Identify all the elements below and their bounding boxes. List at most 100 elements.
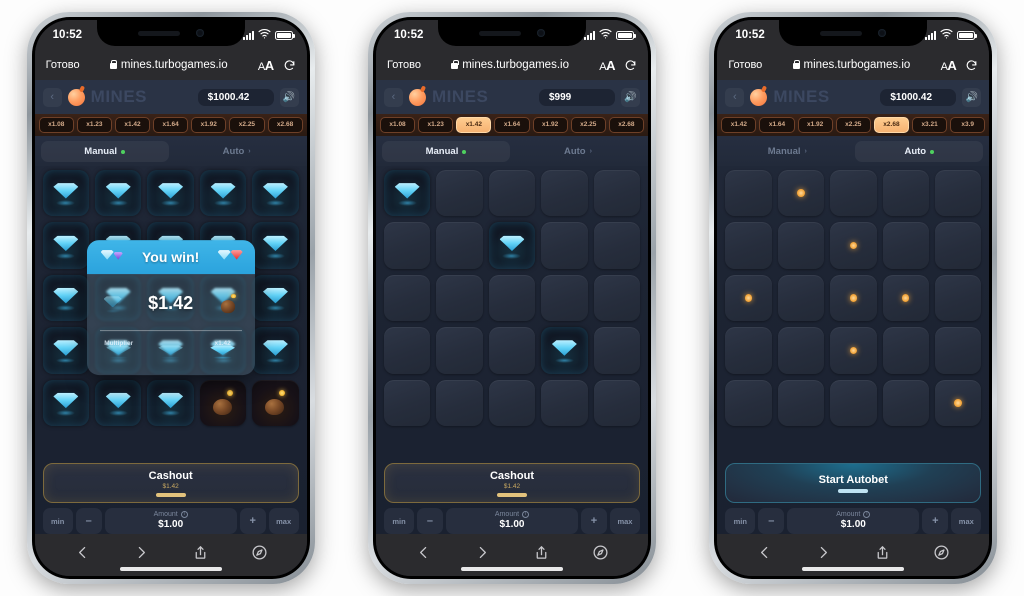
grid-cell-hidden[interactable] xyxy=(777,379,825,426)
tab-manual[interactable]: Manual › xyxy=(723,141,851,162)
amount-increment-button[interactable]: + xyxy=(922,508,949,534)
grid-cell-hidden[interactable] xyxy=(777,222,825,269)
grid-cell-selected[interactable] xyxy=(777,170,825,217)
grid-cell-hidden[interactable] xyxy=(882,379,929,426)
grid-cell-hidden[interactable] xyxy=(934,327,982,374)
grid-cell-gem[interactable] xyxy=(541,327,588,374)
share-icon[interactable] xyxy=(874,544,891,561)
multiplier-chip[interactable]: x1.08 xyxy=(38,117,74,133)
done-button[interactable]: Готово xyxy=(46,59,80,71)
share-icon[interactable] xyxy=(192,544,209,561)
compass-icon[interactable] xyxy=(933,544,950,561)
game-back-button[interactable]: ‹ xyxy=(383,87,403,107)
tab-auto[interactable]: Auto xyxy=(855,141,984,162)
grid-cell-gem[interactable] xyxy=(42,274,90,322)
grid-cell-gem[interactable] xyxy=(488,222,536,269)
grid-cell-bomb[interactable] xyxy=(252,379,299,426)
multiplier-chip[interactable]: x2.68 xyxy=(608,117,644,133)
grid-cell-gem[interactable] xyxy=(252,222,299,269)
chevron-right-icon[interactable] xyxy=(133,544,150,561)
grid-cell-hidden[interactable] xyxy=(725,379,772,426)
amount-decrement-button[interactable]: – xyxy=(75,508,102,534)
grid-cell-hidden[interactable] xyxy=(593,170,640,217)
multiplier-chip[interactable]: x2.68 xyxy=(873,117,910,133)
grid-cell-hidden[interactable] xyxy=(777,327,825,374)
grid-cell-gem[interactable] xyxy=(252,274,299,322)
grid-cell-gem[interactable] xyxy=(42,222,90,269)
grid-cell-gem[interactable] xyxy=(383,170,431,217)
cashout-button[interactable]: Cashout $1.42 xyxy=(383,463,640,503)
chevron-left-icon[interactable] xyxy=(756,544,773,561)
game-back-button[interactable]: ‹ xyxy=(42,87,62,107)
multiplier-chip[interactable]: x1.42 xyxy=(456,117,492,133)
reload-icon[interactable] xyxy=(965,59,978,72)
multiplier-chip[interactable]: x1.42 xyxy=(114,117,151,133)
multiplier-chip[interactable]: x1.92 xyxy=(532,117,568,133)
tab-manual[interactable]: Manual xyxy=(381,141,510,162)
grid-cell-selected[interactable] xyxy=(934,379,982,426)
multiplier-chip[interactable]: x1.23 xyxy=(418,117,454,133)
reload-icon[interactable] xyxy=(283,59,296,72)
multiplier-chip[interactable]: x2.25 xyxy=(229,117,265,133)
grid-cell-hidden[interactable] xyxy=(383,379,431,426)
grid-cell-hidden[interactable] xyxy=(541,379,588,426)
chevron-right-icon[interactable] xyxy=(815,544,832,561)
grid-cell-hidden[interactable] xyxy=(436,379,483,426)
done-button[interactable]: Готово xyxy=(728,59,762,71)
grid-cell-bomb[interactable] xyxy=(199,379,247,426)
multiplier-chip[interactable]: x1.42 xyxy=(721,117,757,133)
grid-cell-hidden[interactable] xyxy=(383,222,431,269)
grid-cell-gem[interactable] xyxy=(199,170,247,217)
grid-cell-selected[interactable] xyxy=(830,274,877,322)
multiplier-chip[interactable]: x3.9 xyxy=(950,117,986,133)
info-icon[interactable]: i xyxy=(522,511,530,518)
speaker-icon[interactable]: 🔊 xyxy=(962,87,982,107)
share-icon[interactable] xyxy=(533,544,550,561)
url-field[interactable]: mines.turbogames.io xyxy=(451,59,569,71)
multiplier-chip[interactable]: x3.21 xyxy=(912,117,948,133)
start-autobet-button[interactable]: Start Autobet xyxy=(725,463,982,503)
grid-cell-hidden[interactable] xyxy=(541,274,588,322)
reload-icon[interactable] xyxy=(624,59,637,72)
tab-auto[interactable]: Auto › xyxy=(514,141,642,162)
grid-cell-hidden[interactable] xyxy=(934,222,982,269)
text-size-button[interactable]: AA xyxy=(941,58,957,73)
grid-cell-hidden[interactable] xyxy=(593,327,640,374)
info-icon[interactable]: i xyxy=(180,511,188,518)
text-size-button[interactable]: AA xyxy=(258,58,274,73)
grid-cell-gem[interactable] xyxy=(42,170,90,217)
grid-cell-hidden[interactable] xyxy=(777,274,825,322)
chevron-left-icon[interactable] xyxy=(415,544,432,561)
multiplier-chip[interactable]: x2.68 xyxy=(267,117,303,133)
grid-cell-hidden[interactable] xyxy=(383,327,431,374)
grid-cell-hidden[interactable] xyxy=(488,379,536,426)
grid-cell-gem[interactable] xyxy=(95,170,142,217)
grid-cell-hidden[interactable] xyxy=(725,222,772,269)
grid-cell-selected[interactable] xyxy=(882,274,929,322)
url-field[interactable]: mines.turbogames.io xyxy=(109,59,228,71)
grid-cell-selected[interactable] xyxy=(830,222,877,269)
speaker-icon[interactable]: 🔊 xyxy=(279,87,299,107)
grid-cell-hidden[interactable] xyxy=(436,327,483,374)
grid-cell-selected[interactable] xyxy=(830,327,877,374)
multiplier-chip[interactable]: x1.23 xyxy=(76,117,112,133)
multiplier-chip[interactable]: x2.25 xyxy=(570,117,606,133)
grid-cell-hidden[interactable] xyxy=(934,274,982,322)
grid-cell-hidden[interactable] xyxy=(436,222,483,269)
grid-cell-hidden[interactable] xyxy=(541,222,588,269)
info-icon[interactable]: i xyxy=(863,511,871,518)
multiplier-chip[interactable]: x1.92 xyxy=(797,117,833,133)
tab-auto[interactable]: Auto › xyxy=(173,141,301,162)
amount-max-button[interactable]: max xyxy=(951,508,982,534)
grid-cell-hidden[interactable] xyxy=(934,170,982,217)
game-back-button[interactable]: ‹ xyxy=(725,87,745,107)
amount-field[interactable]: Amount i $1.00 xyxy=(445,508,578,534)
speaker-icon[interactable]: 🔊 xyxy=(620,87,640,107)
grid-cell-hidden[interactable] xyxy=(830,379,877,426)
grid-cell-gem[interactable] xyxy=(147,170,194,217)
amount-min-button[interactable]: min xyxy=(383,508,414,534)
multiplier-chip[interactable]: x1.92 xyxy=(191,117,227,133)
grid-cell-gem[interactable] xyxy=(252,327,299,374)
grid-cell-hidden[interactable] xyxy=(488,170,536,217)
grid-cell-hidden[interactable] xyxy=(882,170,929,217)
